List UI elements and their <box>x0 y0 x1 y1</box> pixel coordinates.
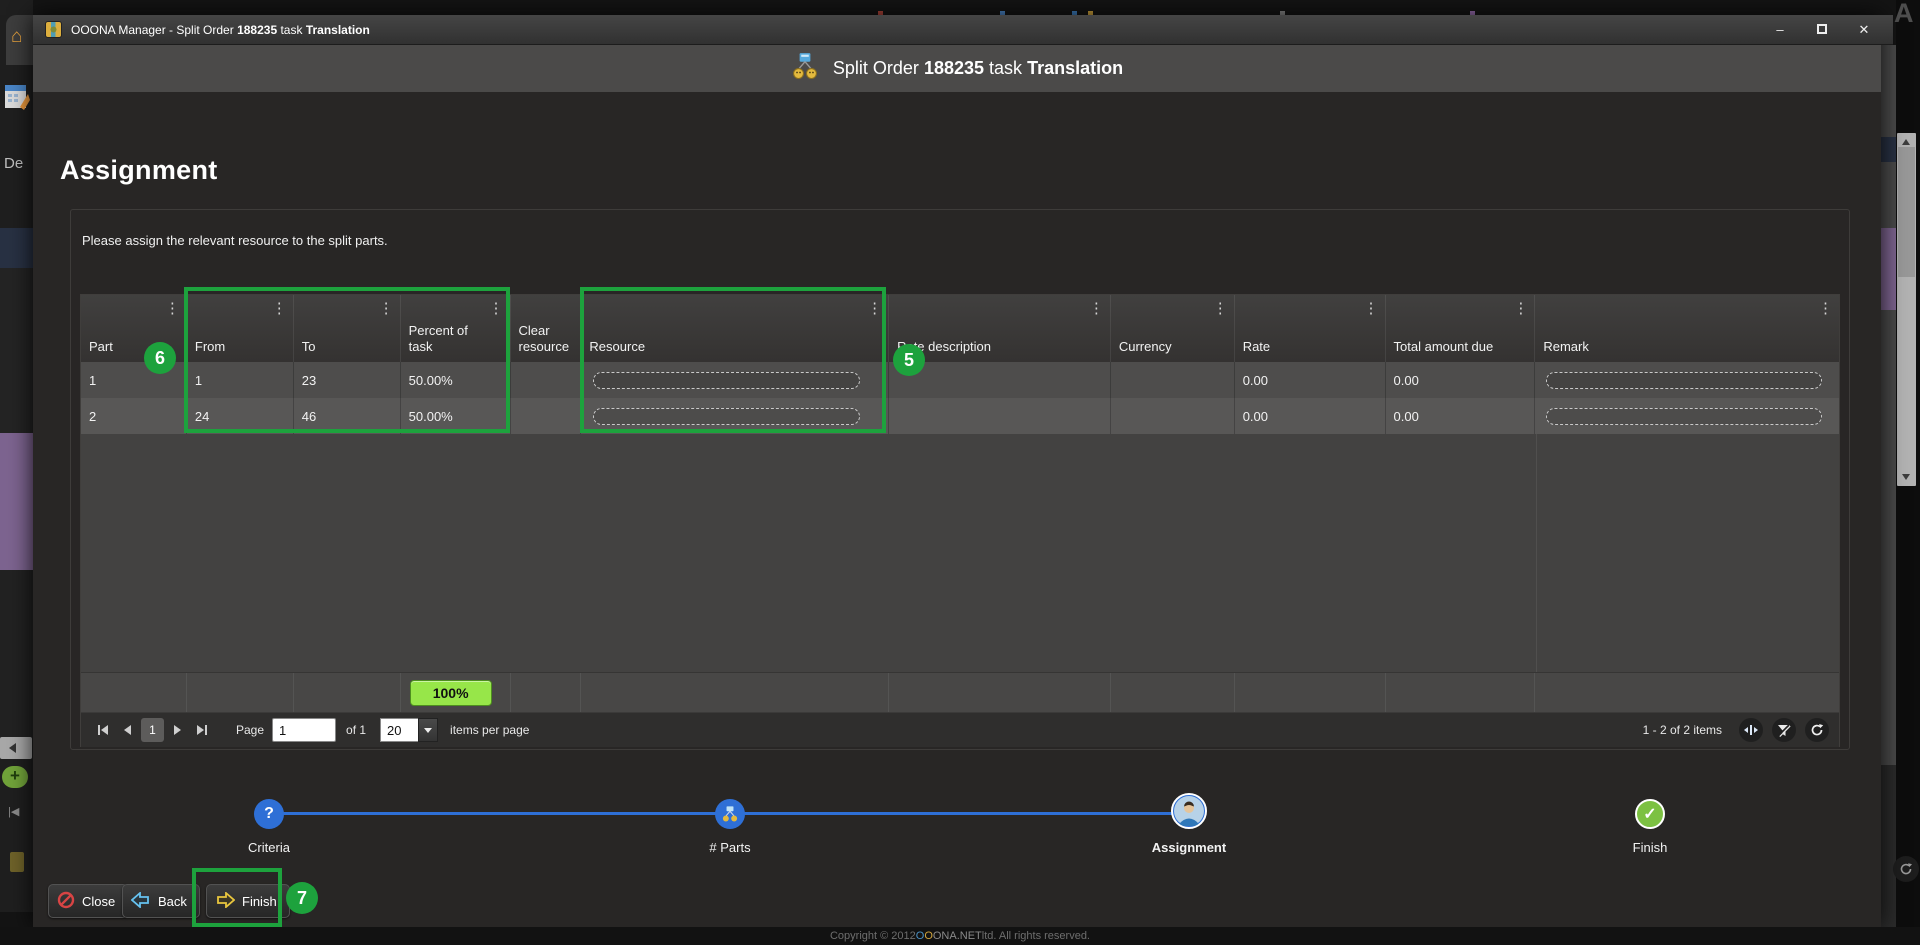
column-header-total-amount-due[interactable]: ⋮ Total amount due <box>1385 295 1535 362</box>
grid-footer-row: 100% <box>81 672 1839 712</box>
cancel-icon <box>57 891 75 912</box>
background-icon-fragment <box>10 852 24 872</box>
page-title: Assignment <box>60 155 218 186</box>
items-range-label: 1 - 2 of 2 items <box>1643 723 1722 737</box>
remark-input[interactable] <box>1546 408 1822 425</box>
column-header-clear-resource[interactable]: Clear resource <box>510 295 581 362</box>
background-rows <box>0 268 33 433</box>
last-page-button[interactable] <box>190 718 214 742</box>
page-label: Page <box>236 723 264 737</box>
cell-currency <box>1110 398 1234 434</box>
column-header-remark[interactable]: ⋮ Remark <box>1534 295 1839 362</box>
person-icon <box>1171 793 1207 829</box>
background-rows <box>0 570 33 737</box>
question-icon: ? <box>254 799 284 829</box>
cell-part: 2 <box>81 398 186 434</box>
grid-pager: 1 Page of 1 20 items per page 1 - 2 of 2… <box>81 712 1839 747</box>
minimize-button[interactable]: – <box>1769 22 1791 37</box>
page-size-select[interactable]: 20 <box>380 718 438 742</box>
dialog-title-bar: OOONA Manager - Split Order 188235 task … <box>33 15 1893 45</box>
previous-page-button[interactable] <box>115 718 139 742</box>
clear-filter-button[interactable] <box>1772 718 1796 742</box>
cell-rate-description <box>888 398 1110 434</box>
fit-columns-button[interactable] <box>1739 718 1763 742</box>
screen: ⌂ De + |◀ A OOONA Manager - Split Order … <box>0 0 1920 945</box>
wizard-title: Split Order 188235 task Translation <box>833 58 1123 79</box>
background-right-selected-row <box>1881 137 1896 162</box>
column-menu-icon[interactable]: ⋮ <box>1513 299 1528 317</box>
wizard-header: Split Order 188235 task Translation <box>33 45 1881 92</box>
background-selected-row <box>0 228 33 268</box>
close-button[interactable]: Close <box>48 884 128 918</box>
column-header-currency[interactable]: ⋮ Currency <box>1110 295 1234 362</box>
annotation-rect-resource-column <box>580 287 886 433</box>
wizard-step-parts[interactable]: # Parts <box>712 796 748 832</box>
cell-total: 0.00 <box>1385 362 1535 398</box>
ooona-logo-icon <box>45 21 62 38</box>
back-button[interactable]: Back <box>122 884 200 918</box>
scroll-down-icon[interactable] <box>1902 474 1910 480</box>
background-purple-row <box>0 433 33 570</box>
calendar-icon <box>4 81 30 116</box>
wizard-step-criteria[interactable]: ? Criteria <box>251 796 287 832</box>
column-menu-icon[interactable]: ⋮ <box>1364 299 1379 317</box>
skip-start-icon[interactable]: |◀ <box>8 805 19 818</box>
split-order-icon <box>791 52 819 85</box>
annotation-rect-range-columns <box>184 287 510 433</box>
dialog-title: OOONA Manager - Split Order 188235 task … <box>71 23 370 37</box>
cell-currency <box>1110 362 1234 398</box>
page-of-label: of 1 <box>346 723 366 737</box>
column-menu-icon[interactable]: ⋮ <box>165 299 180 317</box>
first-page-button[interactable] <box>91 718 115 742</box>
wizard-step-finish[interactable]: ✓ Finish <box>1632 796 1668 832</box>
cell-clear-resource[interactable] <box>510 398 581 434</box>
home-icon: ⌂ <box>11 26 22 48</box>
background-refresh-button[interactable] <box>1893 856 1919 882</box>
annotation-circle-5: 5 <box>893 344 925 376</box>
items-per-page-label: items per page <box>450 723 529 737</box>
split-icon <box>715 799 745 829</box>
background-right-dark <box>1881 765 1896 927</box>
cell-clear-resource[interactable] <box>510 362 581 398</box>
next-page-button[interactable] <box>166 718 190 742</box>
copyright-bar: Copyright © 2012 OOONA.NET ltd. All righ… <box>0 927 1920 945</box>
column-header-rate[interactable]: ⋮ Rate <box>1234 295 1385 362</box>
grid-empty-area <box>81 434 1839 672</box>
annotation-circle-6: 6 <box>144 342 176 374</box>
background-partial-label: De <box>4 155 23 172</box>
column-menu-icon[interactable]: ⋮ <box>1818 299 1833 317</box>
add-button[interactable]: + <box>2 766 28 788</box>
annotation-circle-7: 7 <box>286 882 318 914</box>
check-icon: ✓ <box>1635 799 1665 829</box>
arrow-left-icon <box>131 892 151 911</box>
wizard-step-assignment[interactable]: Assignment <box>1171 793 1207 829</box>
column-menu-icon[interactable]: ⋮ <box>1089 299 1104 317</box>
vertical-scrollbar[interactable] <box>1897 133 1916 486</box>
scroll-up-icon[interactable] <box>1902 139 1910 145</box>
cell-remark <box>1534 362 1839 398</box>
maximize-button[interactable] <box>1811 22 1833 37</box>
column-menu-icon[interactable]: ⋮ <box>1213 299 1228 317</box>
chevron-down-icon[interactable] <box>418 718 438 742</box>
annotation-rect-finish-button <box>192 868 282 927</box>
page-number-input[interactable] <box>272 718 336 742</box>
collapse-left-button[interactable] <box>0 737 32 759</box>
cell-remark <box>1534 398 1839 434</box>
maximize-icon <box>1817 24 1827 34</box>
cell-rate: 0.00 <box>1234 398 1385 434</box>
background-right-purple-row <box>1881 228 1896 310</box>
cell-total: 0.00 <box>1385 398 1535 434</box>
instruction-text: Please assign the relevant resource to t… <box>82 233 388 248</box>
refresh-button[interactable] <box>1805 718 1829 742</box>
background-logo-letter: A <box>1894 0 1914 29</box>
cell-rate: 0.00 <box>1234 362 1385 398</box>
remark-input[interactable] <box>1546 372 1822 389</box>
percent-total-badge: 100% <box>410 680 492 706</box>
current-page-button[interactable]: 1 <box>141 718 164 742</box>
close-window-button[interactable]: ✕ <box>1853 22 1875 38</box>
scrollbar-thumb[interactable] <box>1898 147 1915 277</box>
